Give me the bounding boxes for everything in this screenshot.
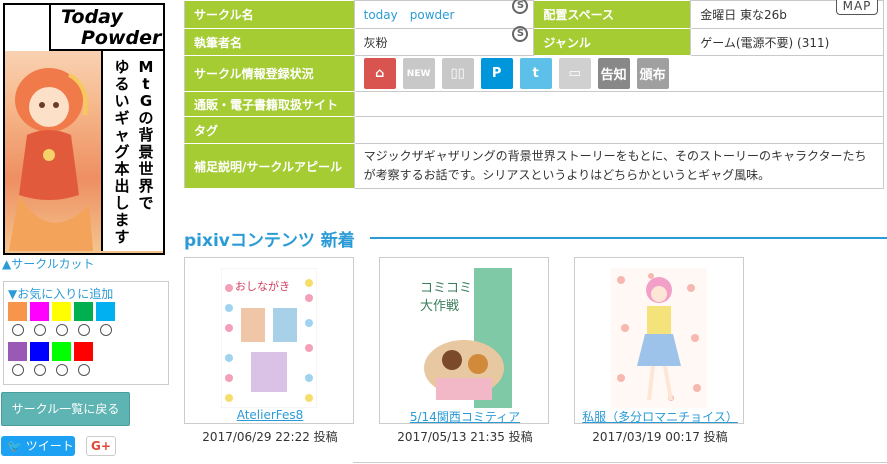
favorite-color-radio[interactable]: [8, 324, 27, 337]
bottom-divider: [353, 462, 887, 463]
svg-text:コミコミ: コミコミ: [420, 281, 472, 296]
favorite-color-row-1: [8, 302, 115, 321]
work-thumbnail[interactable]: コミコミ 大作戦: [416, 268, 512, 408]
map-button[interactable]: MAP: [836, 0, 878, 15]
s-search-icon[interactable]: S: [512, 25, 529, 42]
favorite-color-radio[interactable]: [96, 324, 115, 337]
favorite-color-radio[interactable]: [30, 324, 49, 337]
circle-name-link[interactable]: today powder: [364, 8, 455, 22]
left-column: Today Powder MtGの背景世界で ゆるいギャグ本出します ▲サークル…: [0, 0, 180, 464]
favorite-color-swatch: [74, 302, 93, 321]
character-illustration: [9, 68, 93, 251]
status-icon-list: ⌂ NEW ▯▯ Pt ▭ 告知 頒布: [363, 58, 874, 89]
favorite-color-swatch: [52, 342, 71, 361]
google-plus-button[interactable]: G+: [86, 436, 116, 456]
genre-label: ジャンル: [533, 28, 692, 56]
pixiv-work-card[interactable]: 私服（多分ロマニチョイス） 2017/03/19 00:17 投稿: [574, 257, 745, 444]
info-row-author: 執筆者名 灰粉 S ジャンル ゲーム(電源不要) (311): [184, 25, 884, 56]
tumblr-icon[interactable]: t: [519, 58, 552, 89]
tweet-label: ツイート: [25, 439, 74, 453]
favorites-box: ▼お気に入りに追加: [3, 281, 169, 385]
book-icon[interactable]: ▯▯: [441, 58, 474, 89]
circle-name-label: サークル名: [184, 0, 355, 29]
favorite-color-radio[interactable]: [52, 324, 71, 337]
favorite-color-swatch: [8, 302, 27, 321]
tv-icon[interactable]: ▭: [558, 58, 591, 89]
favorite-color-swatch: [96, 302, 115, 321]
distribute-icon[interactable]: 頒布: [636, 58, 669, 89]
author-value: 灰粉: [363, 35, 388, 50]
info-row-status: サークル情報登録状況 ⌂ NEW ▯▯ Pt ▭ 告知 頒布: [184, 55, 885, 92]
favorite-color-swatch: [30, 342, 49, 361]
cut-title-line1: Today: [61, 6, 123, 28]
status-cell: ⌂ NEW ▯▯ Pt ▭ 告知 頒布: [353, 55, 885, 92]
space-cell: 金曜日 東な26b MAP: [690, 0, 884, 29]
author-cell: 灰粉 S: [353, 25, 535, 56]
pixiv-work-card[interactable]: おしながき AtelierFes8 2017/06/29 22:22 投稿: [184, 257, 355, 444]
status-label: サークル情報登録状況: [184, 55, 355, 92]
tweet-button[interactable]: 🐦 ツイート: [1, 436, 75, 456]
info-row-circle-name: サークル名 today powder S 配置スペース 金曜日 東な26b MA…: [184, 0, 884, 29]
circle-cut-link[interactable]: ▲サークルカット: [2, 255, 95, 272]
favorite-color-swatch: [74, 342, 93, 361]
shop-label: 通販・電子書籍取扱サイト: [184, 91, 355, 117]
twitter-bird-icon: 🐦: [7, 439, 22, 453]
appeal-label: 補足説明/サークルアピール: [184, 143, 355, 189]
info-row-tag: タグ: [184, 116, 885, 144]
favorite-radio-row-2: [8, 364, 93, 377]
work-date: 2017/03/19 00:17 投稿: [592, 430, 728, 444]
appeal-cell: マジックザギャザリングの背景世界ストーリーをもとに、そのストーリーのキャラクター…: [353, 143, 885, 189]
back-to-circle-list-button[interactable]: サークル一覧に戻る: [1, 392, 130, 426]
circle-name-cell: today powder S: [353, 0, 535, 29]
favorite-color-radio[interactable]: [52, 364, 71, 377]
favorite-color-radio[interactable]: [74, 324, 93, 337]
favorite-color-radio[interactable]: [30, 364, 49, 377]
work-date: 2017/06/29 22:22 投稿: [202, 430, 338, 444]
tag-value: [353, 116, 885, 144]
cut-vertical-text-box: MtGの背景世界で ゆるいギャグ本出します: [101, 51, 163, 251]
s-search-icon[interactable]: S: [512, 0, 529, 14]
favorite-color-radio[interactable]: [8, 364, 27, 377]
info-row-shop: 通販・電子書籍取扱サイト: [184, 91, 885, 117]
tag-label: タグ: [184, 116, 355, 144]
space-value: 金曜日 東な26b: [700, 8, 787, 22]
appeal-text: マジックザギャザリングの背景世界ストーリーをもとに、そのストーリーのキャラクター…: [363, 149, 867, 182]
svg-text:大作戦: 大作戦: [420, 299, 459, 314]
favorite-color-row-2: [8, 342, 93, 361]
new-icon[interactable]: NEW: [402, 58, 435, 89]
cut-blank-box: [5, 5, 49, 51]
favorites-title: ▼お気に入りに追加: [8, 287, 114, 301]
pixiv-icon[interactable]: P: [480, 58, 513, 89]
favorite-color-radio[interactable]: [74, 364, 93, 377]
cut-vertical-text-left: ゆるいギャグ本出します: [114, 58, 130, 246]
cut-vertical-text-right: MtGの背景世界で: [138, 58, 154, 212]
favorite-radio-row-1: [8, 324, 115, 337]
circle-info-table: サークル名 today powder S 配置スペース 金曜日 東な26b MA…: [184, 0, 885, 189]
author-label: 執筆者名: [184, 28, 355, 56]
favorite-color-swatch: [8, 342, 27, 361]
home-icon[interactable]: ⌂: [363, 58, 396, 89]
favorite-color-swatch: [52, 302, 71, 321]
work-date: 2017/05/13 21:35 投稿: [397, 430, 533, 444]
work-title[interactable]: 5/14関西コミティア: [380, 408, 550, 425]
pixiv-heading-rule: [370, 237, 887, 239]
cut-title-line2: Powder: [81, 27, 162, 49]
pixiv-work-card[interactable]: コミコミ 大作戦 5/14関西コミティア 2017/05/13 21:35 投稿: [379, 257, 550, 444]
work-thumbnail[interactable]: [611, 268, 707, 408]
work-title[interactable]: AtelierFes8: [185, 408, 355, 422]
shop-value: [353, 91, 885, 117]
svg-text:おしながき: おしながき: [235, 279, 290, 293]
cut-title-box: Today Powder: [49, 5, 163, 51]
pixiv-heading: pixivコンテンツ 新着: [184, 226, 365, 251]
announce-icon[interactable]: 告知: [597, 58, 630, 89]
work-title[interactable]: 私服（多分ロマニチョイス）: [575, 408, 745, 425]
info-row-appeal: 補足説明/サークルアピール マジックザギャザリングの背景世界ストーリーをもとに、…: [184, 143, 885, 189]
circle-cut-image: Today Powder MtGの背景世界で ゆるいギャグ本出します: [3, 3, 165, 255]
work-thumbnail[interactable]: おしながき: [221, 268, 317, 408]
genre-value: ゲーム(電源不要) (311): [690, 28, 884, 56]
favorite-color-swatch: [30, 302, 49, 321]
space-label: 配置スペース: [533, 0, 692, 29]
